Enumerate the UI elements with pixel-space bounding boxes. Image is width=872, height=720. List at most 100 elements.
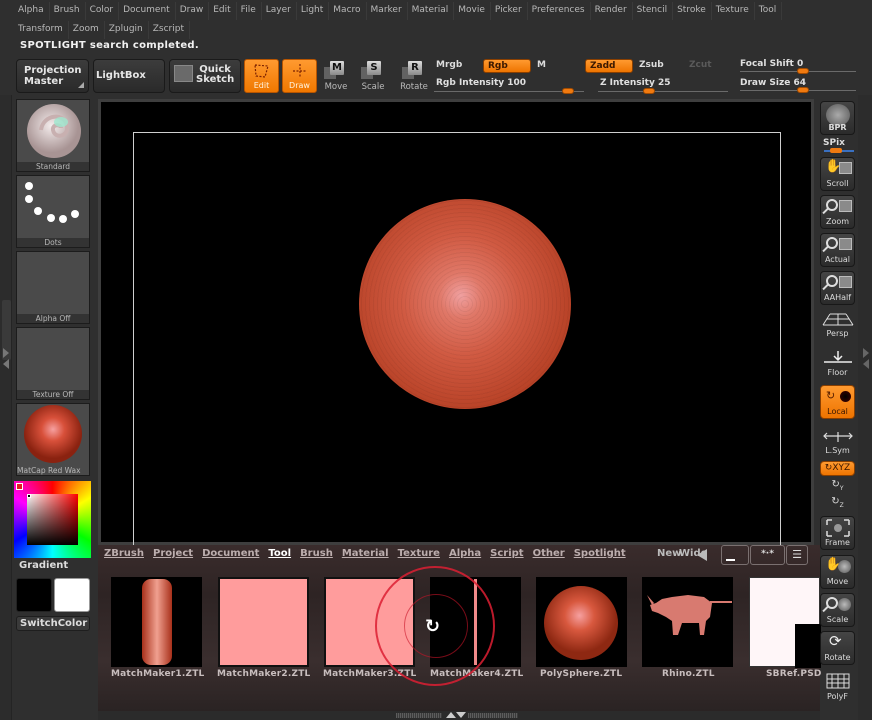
menu-marker[interactable]: Marker	[367, 2, 408, 20]
alpha-slot[interactable]: Alpha Off	[16, 251, 90, 324]
y-rotation-button[interactable]: ↻Y	[820, 479, 855, 495]
frame-button[interactable]: Frame	[820, 516, 855, 550]
menu-zscript[interactable]: Zscript	[149, 21, 190, 39]
lightbox-scroll-left-icon[interactable]	[697, 549, 707, 561]
right-tray-rim[interactable]	[858, 95, 872, 720]
lightbox-list-button[interactable]: ☰	[786, 545, 808, 565]
z-intensity-track[interactable]	[598, 91, 728, 92]
menu-macro[interactable]: Macro	[329, 2, 367, 20]
sphere-model[interactable]	[359, 199, 571, 409]
secondary-color-swatch[interactable]	[54, 578, 90, 612]
lightbox-item[interactable]	[749, 577, 821, 668]
quick-sketch-button[interactable]: Quick Sketch	[169, 59, 241, 93]
bottom-tray-handle-left[interactable]	[396, 713, 442, 718]
menu-light[interactable]: Light	[297, 2, 330, 20]
material-slot[interactable]: MatCap Red Wax	[16, 403, 90, 476]
lightbox-tab-tool[interactable]: Tool	[268, 548, 291, 559]
local-transform-button[interactable]: ↻ Local	[820, 385, 855, 419]
edit-mode-button[interactable]: Edit	[244, 59, 279, 93]
draw-size-thumb[interactable]	[797, 87, 810, 93]
lightbox-tab-project[interactable]: Project	[153, 548, 193, 559]
texture-slot[interactable]: Texture Off	[16, 327, 90, 400]
lightbox-tab-spotlight[interactable]: Spotlight	[574, 548, 626, 559]
rgb-toggle[interactable]: Rgb	[483, 59, 531, 73]
lightbox-thumb-size-button[interactable]	[721, 545, 749, 565]
xyz-rotation-button[interactable]: ↻XYZ	[820, 461, 855, 476]
focal-shift-slider[interactable]: Focal Shift 0	[740, 59, 803, 69]
aahalf-button[interactable]: AAHalf	[820, 271, 855, 305]
move-mode-button[interactable]: M Move	[318, 60, 354, 92]
scale-mode-button[interactable]: S Scale	[355, 60, 391, 92]
lightbox-tab-alpha[interactable]: Alpha	[449, 548, 481, 559]
switch-color-button[interactable]: SwitchColor	[16, 616, 90, 631]
lightbox-new-button[interactable]: New	[657, 548, 681, 559]
lightbox-tab-other[interactable]: Other	[533, 548, 565, 559]
lightbox-item[interactable]	[536, 577, 627, 667]
m-toggle[interactable]: M	[533, 59, 583, 73]
lightbox-button[interactable]: LightBox	[93, 59, 165, 93]
zoom-button[interactable]: Zoom	[820, 195, 855, 229]
z-rotation-button[interactable]: ↻Z	[820, 496, 855, 512]
stroke-slot[interactable]: Dots	[16, 175, 90, 248]
menu-brush[interactable]: Brush	[50, 2, 86, 20]
menu-zplugin[interactable]: Zplugin	[105, 21, 149, 39]
bpr-render-button[interactable]: BPR	[820, 101, 855, 135]
rotate-mode-button[interactable]: R Rotate	[396, 60, 432, 92]
menu-preferences[interactable]: Preferences	[528, 2, 591, 20]
scroll-button[interactable]: ✋ Scroll	[820, 157, 855, 191]
menu-alpha[interactable]: Alpha	[14, 2, 50, 20]
brush-slot[interactable]: Standard	[16, 99, 90, 172]
color-selection-marker[interactable]	[27, 494, 31, 498]
lightbox-tab-script[interactable]: Script	[490, 548, 523, 559]
draw-mode-button[interactable]: Draw	[282, 59, 317, 93]
rotate-view-button[interactable]: ⟳ Rotate	[820, 631, 855, 665]
lightbox-tab-document[interactable]: Document	[202, 548, 259, 559]
collapse-left-tray-icon[interactable]	[3, 359, 9, 369]
menu-render[interactable]: Render	[591, 2, 633, 20]
menu-tool[interactable]: Tool	[755, 2, 783, 20]
collapse-right-tray-icon[interactable]	[863, 359, 869, 369]
expand-bottom-tray-icon[interactable]	[446, 712, 456, 718]
menu-draw[interactable]: Draw	[176, 2, 210, 20]
menu-picker[interactable]: Picker	[491, 2, 528, 20]
gradient-toggle[interactable]: Gradient	[16, 560, 90, 574]
z-intensity-thumb[interactable]	[642, 88, 655, 94]
draw-size-slider[interactable]: Draw Size 64	[740, 78, 806, 88]
lightbox-options-button[interactable]: *·*	[750, 545, 785, 565]
zadd-toggle[interactable]: Zadd	[585, 59, 633, 73]
color-picker[interactable]	[14, 481, 91, 558]
perspective-button[interactable]: Persp	[820, 311, 855, 339]
menu-edit[interactable]: Edit	[209, 2, 237, 20]
menu-zoom[interactable]: Zoom	[69, 21, 105, 39]
menu-layer[interactable]: Layer	[262, 2, 297, 20]
menu-transform[interactable]: Transform	[14, 21, 69, 39]
polyframe-button[interactable]: PolyF	[820, 672, 855, 702]
move-view-button[interactable]: ✋ Move	[820, 555, 855, 589]
spix-thumb[interactable]	[830, 148, 842, 153]
left-tray-rim[interactable]	[0, 95, 12, 720]
rgb-intensity-thumb[interactable]	[562, 88, 575, 94]
lightbox-tab-brush[interactable]: Brush	[300, 548, 333, 559]
menu-movie[interactable]: Movie	[454, 2, 491, 20]
expand-right-tray-icon[interactable]	[863, 348, 869, 358]
menu-color[interactable]: Color	[86, 2, 120, 20]
lightbox-tab-texture[interactable]: Texture	[398, 548, 440, 559]
focal-shift-thumb[interactable]	[797, 68, 810, 74]
menu-document[interactable]: Document	[119, 2, 176, 20]
menu-stencil[interactable]: Stencil	[633, 2, 674, 20]
actual-size-button[interactable]: Actual	[820, 233, 855, 267]
zsub-toggle[interactable]: Zsub	[635, 59, 683, 73]
menu-texture[interactable]: Texture	[712, 2, 755, 20]
scale-view-button[interactable]: Scale	[820, 593, 855, 627]
lightbox-tab-zbrush[interactable]: ZBrush	[104, 548, 144, 559]
floor-button[interactable]: Floor	[820, 348, 855, 378]
zcut-toggle[interactable]: Zcut	[685, 59, 725, 73]
z-intensity-slider[interactable]: Z Intensity 25	[600, 78, 671, 88]
projection-master-button[interactable]: Projection Master	[16, 59, 89, 93]
lightbox-item[interactable]	[642, 577, 733, 667]
lightbox-item[interactable]	[218, 577, 309, 667]
rgb-intensity-slider[interactable]: Rgb Intensity 100	[436, 78, 526, 88]
collapse-bottom-tray-icon[interactable]	[456, 712, 466, 718]
spix-slider[interactable]: SPix	[820, 138, 855, 153]
mrgb-toggle[interactable]: Mrgb	[432, 59, 482, 73]
